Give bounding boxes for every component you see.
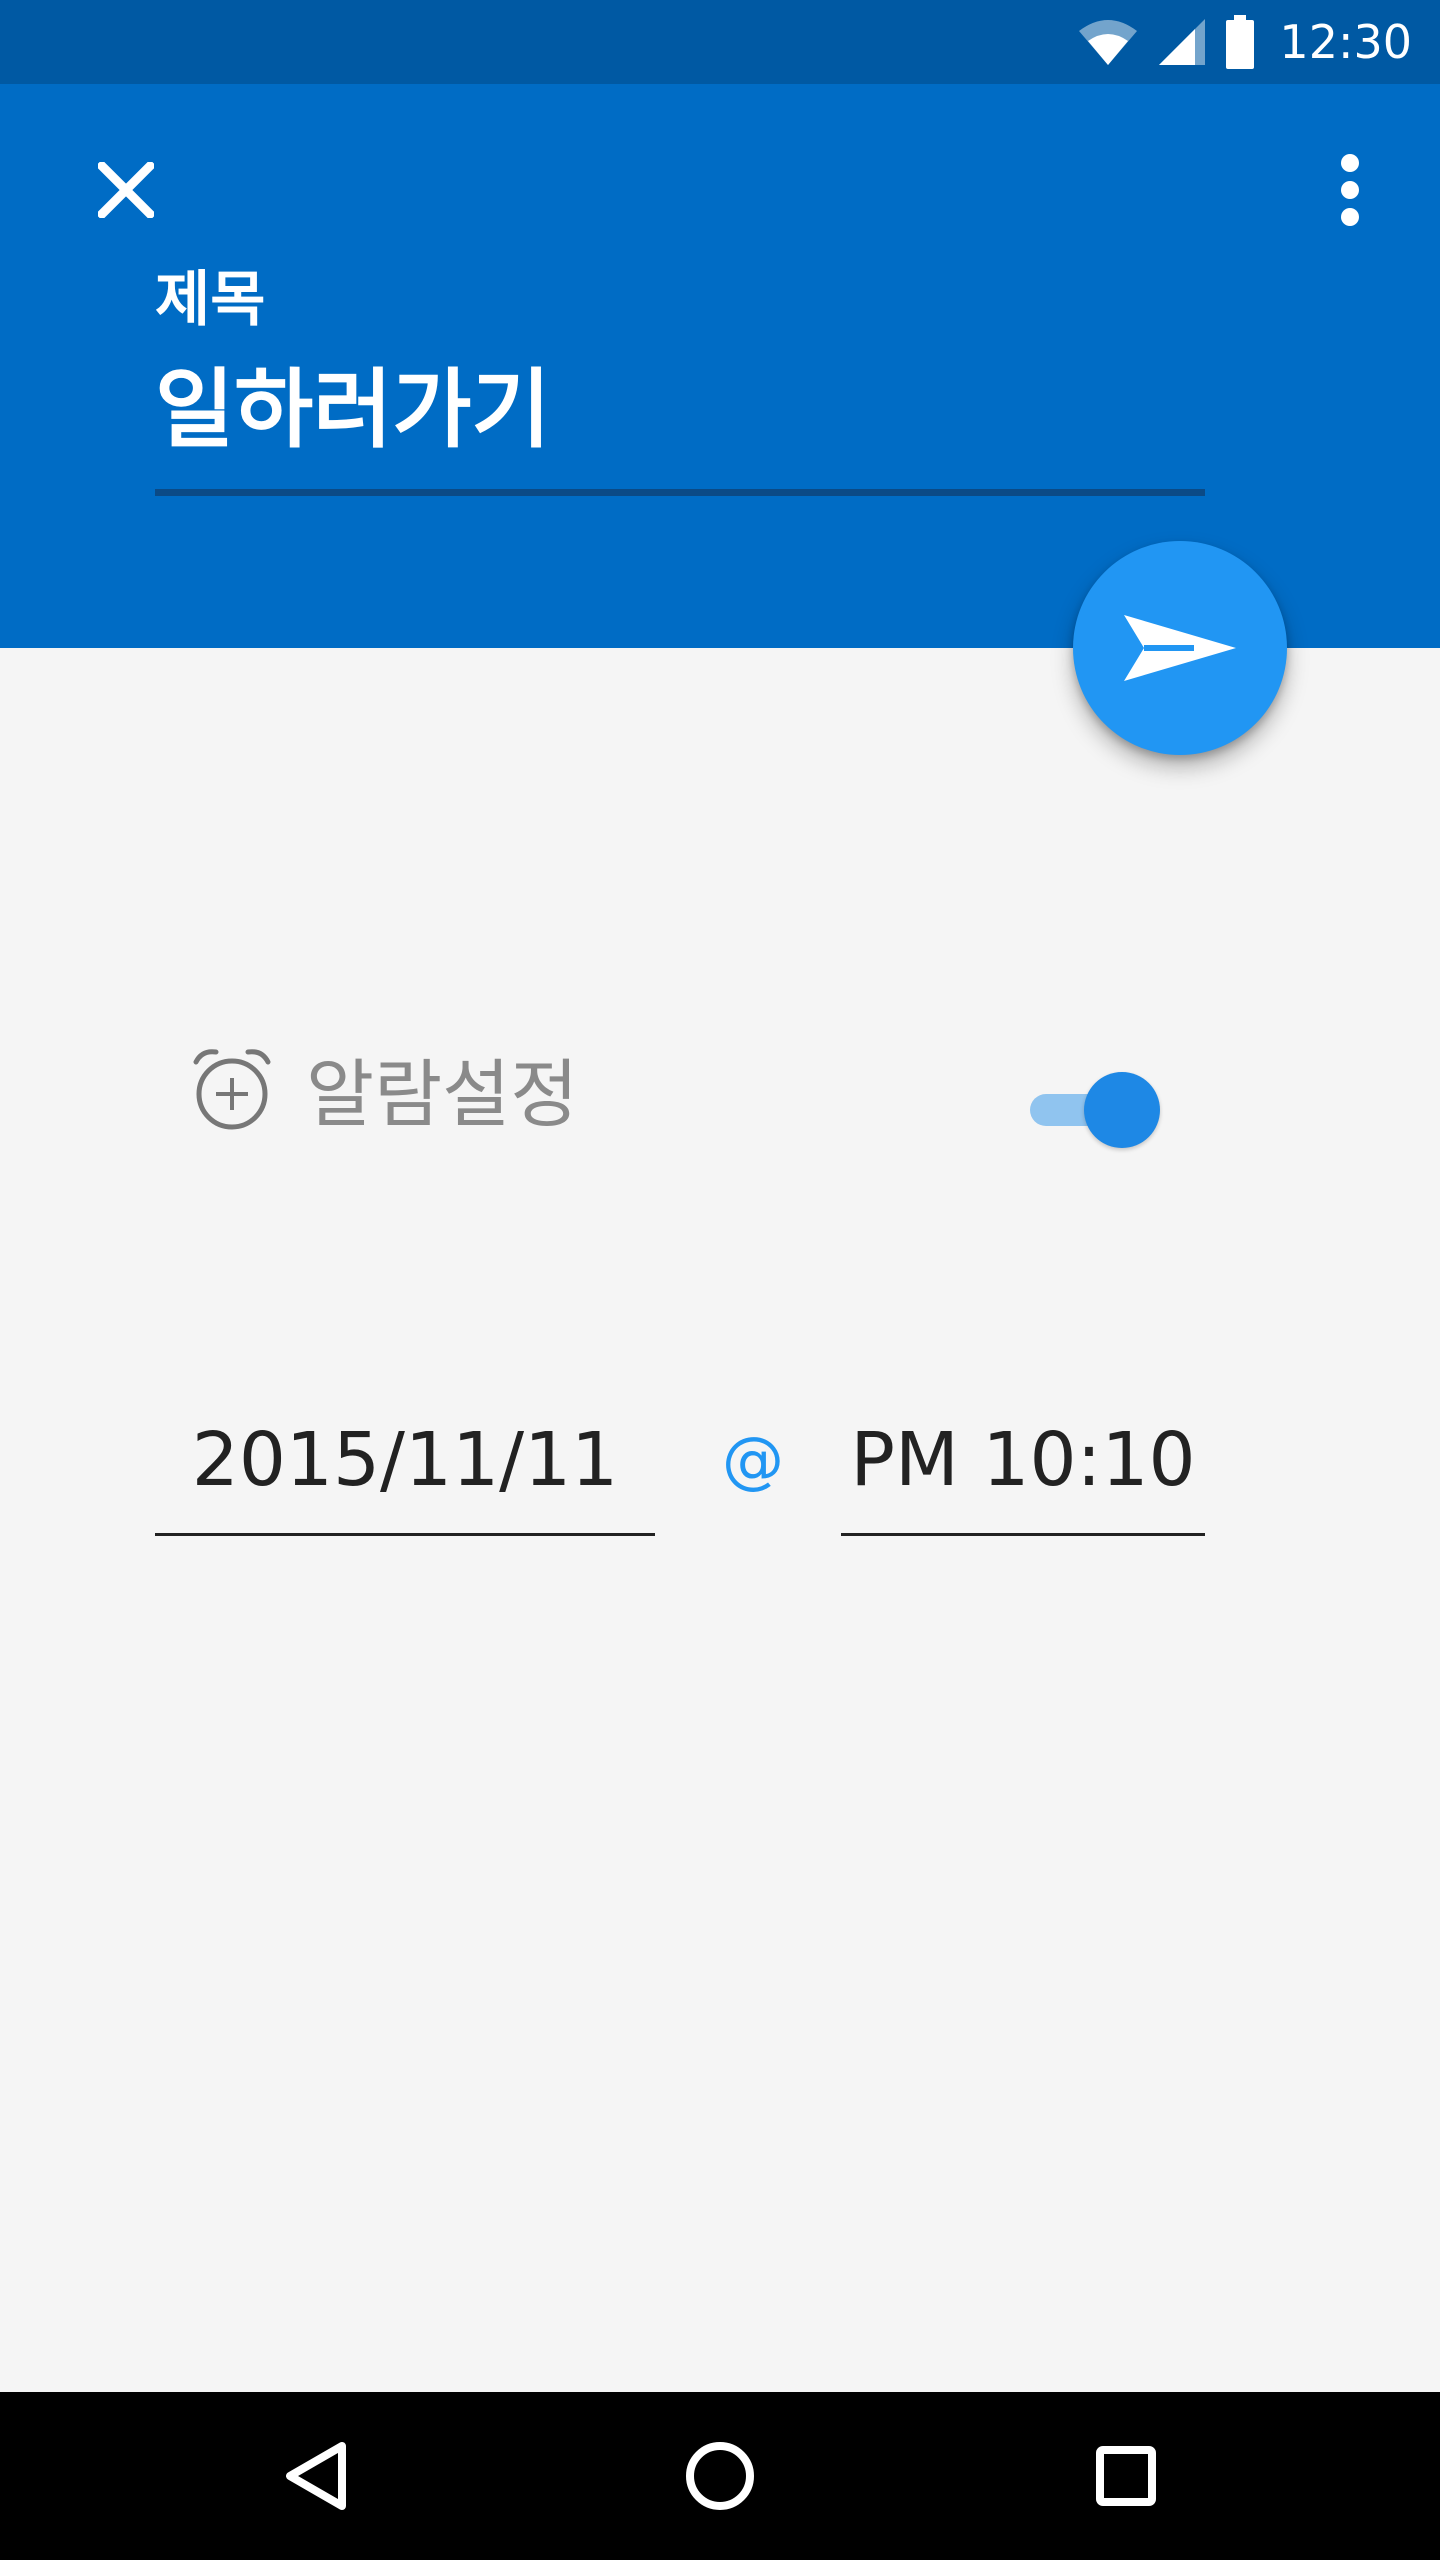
title-label: 제목	[155, 265, 266, 335]
alarm-label: 알람설정	[306, 1052, 579, 1138]
navigation-bar	[0, 2392, 1440, 2560]
send-fab-button[interactable]	[1073, 541, 1287, 755]
date-field[interactable]: 2015/11/11	[155, 1400, 655, 1536]
home-icon	[686, 2442, 754, 2510]
wifi-icon	[1079, 20, 1138, 65]
title-input[interactable]	[155, 350, 1205, 470]
status-time: 12:30	[1279, 15, 1412, 69]
alarm-toggle[interactable]	[1030, 1072, 1160, 1148]
toggle-thumb	[1084, 1072, 1160, 1148]
at-separator: @	[722, 1423, 784, 1496]
time-field[interactable]: PM 10:10	[841, 1400, 1205, 1536]
send-icon	[1124, 615, 1236, 681]
recents-button[interactable]	[1076, 2426, 1176, 2526]
alarm-setting-row: 알람설정	[190, 1040, 1190, 1170]
close-icon	[98, 162, 154, 218]
status-icons: 12:30	[1077, 0, 1412, 84]
back-button[interactable]	[266, 2426, 366, 2526]
more-vertical-icon	[1341, 154, 1359, 226]
task-edit-screen: 12:30 제목 일하러가기 알람설정 2015/11/11 @ PM 10:1…	[0, 0, 1440, 2560]
time-value: PM 10:10	[850, 1417, 1196, 1503]
close-button[interactable]	[80, 144, 172, 236]
back-icon	[286, 2442, 346, 2510]
alarm-add-icon	[193, 1049, 271, 1130]
recents-icon	[1096, 2446, 1156, 2506]
status-bar: 12:30	[0, 0, 1440, 84]
cellular-signal-icon	[1159, 19, 1206, 65]
more-options-button[interactable]	[1304, 144, 1396, 236]
date-value: 2015/11/11	[191, 1417, 619, 1503]
battery-icon	[1226, 15, 1255, 69]
home-button[interactable]	[670, 2426, 770, 2526]
title-field	[155, 350, 1205, 496]
